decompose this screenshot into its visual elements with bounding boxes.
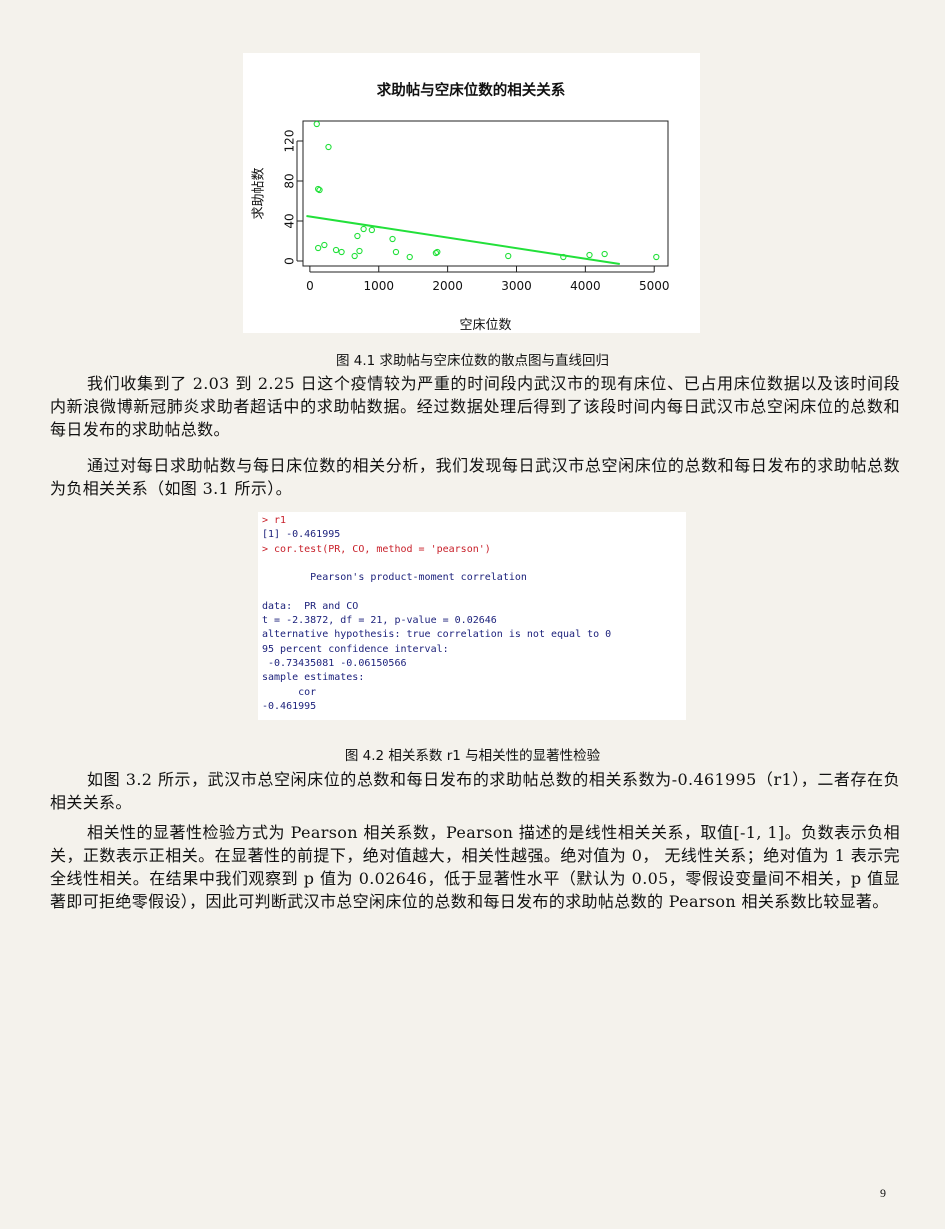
y-tick-label: 0 (283, 257, 297, 265)
y-tick-label: 80 (283, 173, 297, 188)
chart-title: 求助帖与空床位数的相关关系 (377, 81, 566, 99)
console-output-line: sample estimates: (262, 672, 365, 684)
figure-caption-2: 图 4.2 相关系数 r1 与相关性的显著性检验 (344, 748, 601, 764)
y-axis-label: 求助帖数 (252, 167, 267, 219)
document-page: 求助帖与空床位数的相关关系 0 1000 2000 3000 4000 5000 0 40 80 1… (0, 0, 945, 1229)
console-output-line: cor (262, 686, 317, 698)
console-output-line: 95 percent confidence interval: (262, 643, 449, 655)
paragraph-data-collection: 我们收集到了 2.03 到 2.25 日这个疫情较为严重的时间段内武汉市的现有床… (50, 374, 900, 439)
data-point (368, 226, 376, 234)
y-tick-label: 120 (283, 130, 297, 153)
x-tick-label: 2000 (432, 279, 463, 293)
scatter-plot: 求助帖与空床位数的相关关系 0 1000 2000 3000 4000 5000 0 40 80 1… (252, 81, 670, 333)
data-point (601, 250, 608, 258)
x-tick-label: 4000 (570, 279, 601, 293)
console-output-line (262, 557, 682, 571)
x-tick-label: 5000 (639, 279, 670, 293)
console-output-line: alternative hypothesis: true correlation… (262, 629, 612, 641)
console-output-line: -0.461995 (262, 700, 317, 712)
data-point (389, 235, 396, 243)
page-number: 9 (880, 1186, 886, 1200)
data-point (315, 244, 322, 252)
figure-caption-1: 图 4.1 求助帖与空床位数的散点图与直线回归 (335, 353, 610, 369)
r-console-output: > r1 [1] -0.461995 > cor.test(PR, CO, meth… (258, 512, 686, 720)
x-tick-label: 1000 (363, 279, 394, 293)
paragraph-correlation-coefficient: 如图 3.2 所示，武汉市总空闲床位的总数和每日发布的求助帖总数的相关系数为-0… (50, 770, 900, 812)
console-command-line: > cor.test(PR, CO, method = 'pearson') (262, 543, 491, 555)
data-point (360, 225, 367, 233)
data-point (351, 252, 358, 260)
y-tick-label: 40 (283, 213, 297, 228)
data-point (406, 253, 413, 261)
console-output-line: t = -2.3872, df = 21, p-value = 0.02646 (262, 615, 497, 627)
console-output-line: Pearson's product-moment correlation (262, 572, 527, 584)
paragraph-correlation-analysis: 通过对每日求助帖数与每日床位数的相关分析，我们发现每日武汉市总空闲床位的总数和每… (50, 456, 900, 498)
regression-line (306, 215, 620, 265)
paragraph-significance-test: 相关性的显著性检验方式为 Pearson 相关系数，Pearson 描述的是线性… (50, 823, 900, 911)
console-output-line: data: PR and CO (262, 600, 359, 612)
x-axis-label: 空床位数 (459, 318, 511, 333)
data-point (356, 247, 363, 255)
console-command-line: > r1 (262, 515, 287, 526)
data-point (321, 241, 328, 249)
console-output-line: -0.73435081 -0.06150566 (262, 657, 407, 669)
data-point (505, 252, 512, 260)
data-point (313, 120, 320, 128)
data-point (354, 232, 361, 240)
data-point (338, 248, 345, 256)
scatter-plot-figure: 求助帖与空床位数的相关关系 0 1000 2000 3000 4000 5000 0 40 80 1… (243, 53, 700, 333)
data-point (392, 248, 400, 256)
x-tick-label: 0 (306, 279, 314, 293)
data-point (332, 246, 340, 254)
data-point (586, 251, 593, 259)
data-point (325, 143, 332, 151)
console-output-line: [1] -0.461995 (262, 529, 341, 541)
x-tick-label: 3000 (501, 279, 532, 293)
console-output-line (262, 585, 682, 599)
data-point (653, 253, 660, 261)
